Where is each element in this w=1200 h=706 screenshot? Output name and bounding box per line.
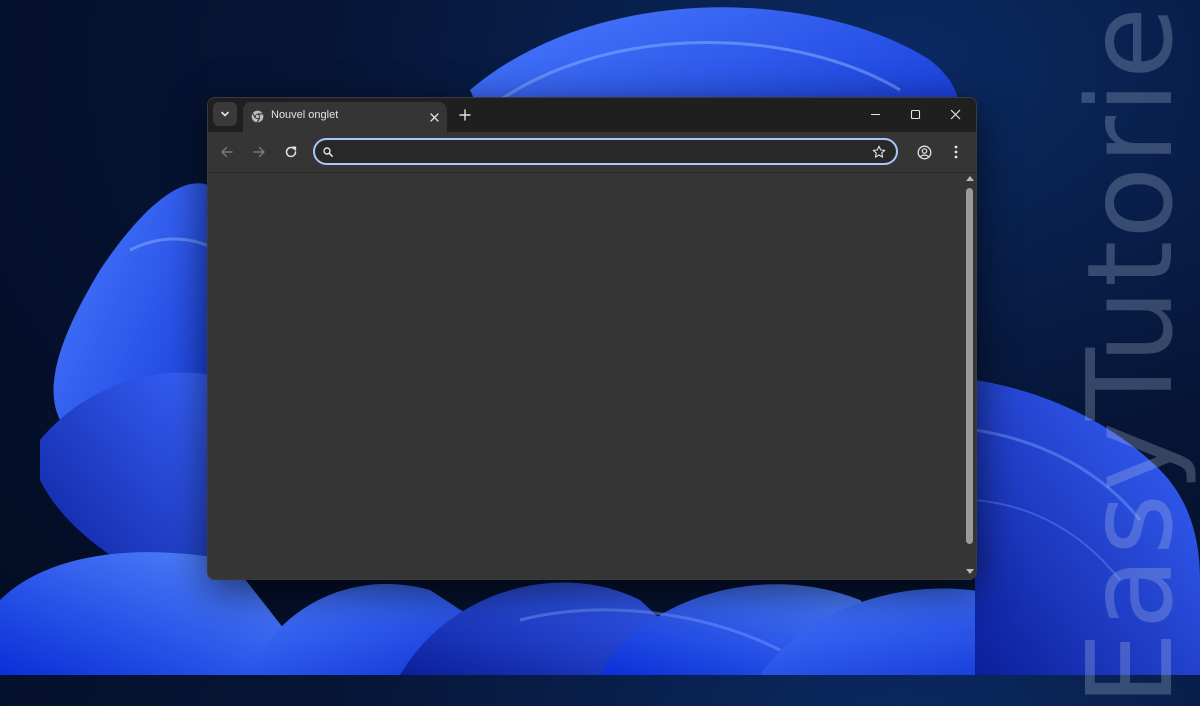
scroll-thumb[interactable] — [966, 188, 973, 544]
arrow-right-icon — [253, 146, 265, 158]
reload-button[interactable] — [281, 142, 301, 162]
menu-button[interactable] — [946, 142, 966, 162]
tab-nouvel-onglet[interactable]: Nouvel onglet — [243, 102, 447, 132]
page-content — [208, 173, 976, 579]
tab-search-button[interactable] — [213, 102, 237, 126]
title-bar: Nouvel onglet — [208, 98, 976, 132]
close-window-button[interactable] — [943, 104, 967, 124]
close-icon — [429, 112, 439, 122]
chevron-down-icon — [221, 111, 229, 117]
maximize-icon — [910, 109, 920, 119]
toolbar — [208, 132, 976, 173]
minimize-button[interactable] — [863, 104, 887, 124]
tab-close-button[interactable] — [427, 110, 441, 124]
scroll-down-arrow-icon[interactable] — [966, 569, 974, 574]
back-button[interactable] — [217, 142, 237, 162]
tab-title: Nouvel onglet — [271, 109, 339, 121]
arrow-left-icon — [221, 146, 233, 158]
profile-icon — [917, 145, 931, 159]
forward-button[interactable] — [249, 142, 269, 162]
plus-icon — [459, 109, 471, 121]
scroll-up-arrow-icon[interactable] — [966, 176, 974, 181]
maximize-button[interactable] — [903, 104, 927, 124]
minimize-icon — [870, 113, 880, 115]
search-icon — [323, 147, 333, 157]
profile-button[interactable] — [914, 142, 934, 162]
address-bar[interactable] — [313, 138, 898, 165]
bookmark-button[interactable] — [872, 145, 886, 159]
browser-window: Nouvel onglet — [207, 97, 977, 580]
star-icon — [872, 145, 886, 158]
vertical-scrollbar[interactable] — [964, 173, 976, 579]
address-input[interactable] — [341, 142, 865, 163]
kebab-menu-icon — [954, 145, 958, 159]
new-tab-button[interactable] — [456, 106, 474, 124]
reload-icon — [285, 146, 297, 158]
close-icon — [950, 109, 960, 119]
chrome-icon — [251, 110, 264, 123]
